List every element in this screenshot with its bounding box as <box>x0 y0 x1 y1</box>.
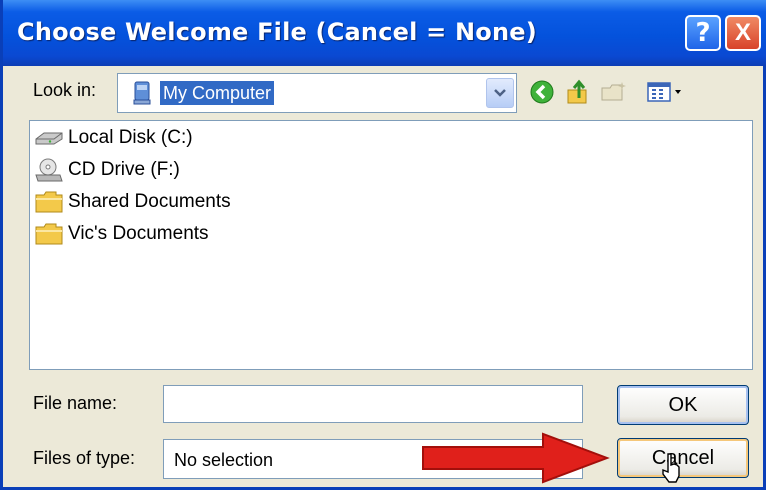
back-icon <box>530 80 554 104</box>
computer-icon <box>133 81 151 105</box>
cd-drive-icon <box>35 158 63 182</box>
mouse-cursor-icon <box>662 453 680 483</box>
cancel-button[interactable]: Cancel <box>617 438 749 478</box>
list-item-label: Shared Documents <box>68 191 231 212</box>
back-button[interactable] <box>525 74 559 110</box>
folder-icon <box>35 223 63 245</box>
list-item-vics-documents[interactable]: Vic's Documents <box>34 219 209 249</box>
folder-icon <box>35 191 63 213</box>
file-dialog-window: Choose Welcome File (Cancel = None) ? X … <box>0 0 766 490</box>
file-type-label: Files of type: <box>33 448 136 468</box>
file-name-input[interactable] <box>163 385 583 423</box>
list-item-local-disk[interactable]: Local Disk (C:) <box>34 123 193 153</box>
list-item-label: Vic's Documents <box>68 223 209 244</box>
file-type-value: No selection <box>174 450 274 470</box>
dropdown-arrow-button[interactable] <box>486 78 514 108</box>
file-list-pane[interactable]: Local Disk (C:) CD Drive (F:) Shared Doc… <box>29 120 753 370</box>
file-name-label: File name: <box>33 393 118 413</box>
ok-button[interactable]: OK <box>617 385 749 425</box>
chevron-down-icon <box>494 89 506 97</box>
help-button[interactable]: ? <box>685 15 721 51</box>
window-title: Choose Welcome File (Cancel = None) <box>17 18 537 46</box>
title-bar[interactable]: Choose Welcome File (Cancel = None) ? X <box>3 0 766 66</box>
up-folder-icon <box>567 79 587 104</box>
look-in-dropdown[interactable]: My Computer <box>117 73 517 113</box>
new-folder-icon <box>601 82 626 101</box>
list-item-label: CD Drive (F:) <box>68 159 180 180</box>
list-item-shared-documents[interactable]: Shared Documents <box>34 187 231 217</box>
look-in-label: Look in: <box>33 80 97 100</box>
list-item-cd-drive[interactable]: CD Drive (F:) <box>34 155 180 185</box>
new-folder-button[interactable] <box>597 74 631 110</box>
annotation-arrow-icon <box>422 432 610 484</box>
help-icon: ? <box>695 18 711 48</box>
close-button[interactable]: X <box>725 15 761 51</box>
list-item-label: Local Disk (C:) <box>68 127 193 148</box>
look-in-value: My Computer <box>160 81 275 105</box>
views-menu-icon <box>647 82 681 102</box>
close-icon: X <box>734 19 751 46</box>
views-menu-button[interactable] <box>643 74 689 110</box>
hard-drive-icon <box>35 132 63 145</box>
up-folder-button[interactable] <box>561 74 595 110</box>
